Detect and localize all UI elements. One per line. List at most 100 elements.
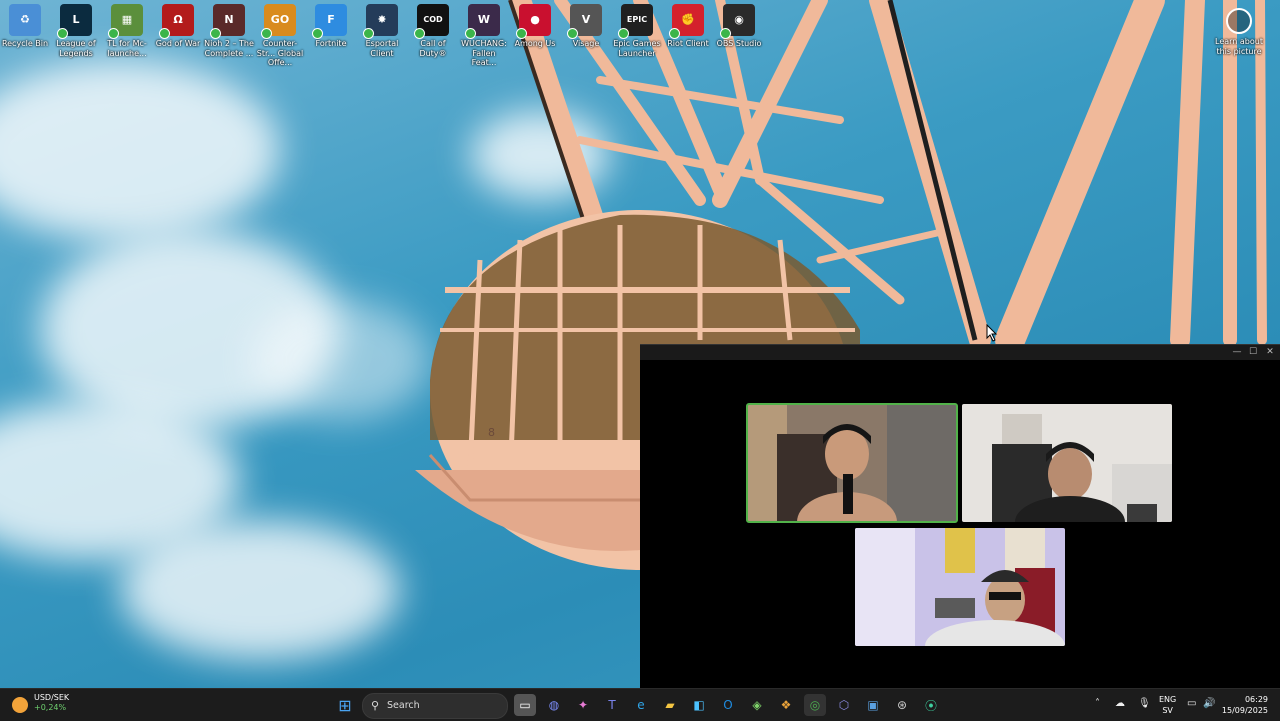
sync-check-icon	[414, 28, 425, 39]
fortnite-icon: F	[312, 4, 347, 39]
desktop-icon-label: Visage	[572, 39, 600, 48]
desktop-icon-league-of-legends[interactable]: L League of Legends	[51, 4, 101, 58]
shield-icon[interactable]: ◈	[746, 694, 768, 716]
learn-about-picture[interactable]: Learn about this picture	[1212, 8, 1266, 56]
desktop-icon-fortnite[interactable]: F Fortnite	[306, 4, 356, 49]
microsoft-store-icon[interactable]: ◧	[688, 694, 710, 716]
sync-check-icon	[516, 28, 527, 39]
call-of-duty-icon: COD	[414, 4, 449, 39]
chevron-up-icon[interactable]: ˄	[1095, 698, 1100, 709]
video-call-titlebar[interactable]: — ☐ ✕	[640, 345, 1280, 360]
desktop-icon-recycle-bin[interactable]: ♻ Recycle Bin	[0, 4, 50, 49]
nioh-2-icon: N	[210, 4, 245, 39]
task-view-icon[interactable]: ▭	[514, 694, 536, 716]
video-call-window[interactable]: — ☐ ✕	[640, 344, 1280, 689]
desktop-icon-riot-client[interactable]: ✊ Riot Client	[663, 4, 713, 49]
desktop-icon-esportal[interactable]: ✸ Esportal Client	[357, 4, 407, 58]
desktop-icon-label: Counter-Str... Global Offe...	[256, 39, 304, 67]
sync-check-icon	[312, 28, 323, 39]
game-launcher-icon[interactable]: ❖	[775, 694, 797, 716]
clock[interactable]: 06:29 15/09/2025	[1222, 694, 1268, 716]
app-icon[interactable]: ⬡	[833, 694, 855, 716]
participant-video	[962, 404, 1172, 522]
learn-about-picture-label: Learn about this picture	[1215, 37, 1263, 56]
file-explorer-icon[interactable]: ▰	[659, 694, 681, 716]
desktop-icon-among-us[interactable]: ● Among Us	[510, 4, 560, 49]
desktop-icon-label: WUCHANG: Fallen Feat...	[461, 39, 507, 67]
close-button[interactable]: ✕	[1263, 346, 1277, 359]
desktop-icon-label: TL for Mc-launche...	[107, 39, 147, 58]
recycle-bin-icon: ♻	[9, 4, 41, 36]
svg-text:8: 8	[488, 426, 495, 439]
currency-widget[interactable]: USD/SEK +0,24%	[12, 693, 69, 713]
sync-check-icon	[465, 28, 476, 39]
participant-video	[747, 404, 957, 522]
sync-check-icon	[567, 28, 578, 39]
camera-info-icon	[1226, 8, 1252, 34]
minimize-button[interactable]: —	[1230, 346, 1244, 359]
desktop-icon-minecraft[interactable]: ▦ TL for Mc-launche...	[102, 4, 152, 58]
participant-tile[interactable]	[962, 404, 1172, 522]
sync-check-icon	[720, 28, 731, 39]
edge-icon[interactable]: e	[630, 694, 652, 716]
desktop-icon-label: Nioh 2 – The Complete ...	[204, 39, 254, 58]
desktop-icon-obs-studio[interactable]: ◉ OBS Studio	[714, 4, 764, 49]
desktop-icon-label: Recycle Bin	[1, 39, 49, 48]
sync-check-icon	[57, 28, 68, 39]
photos-icon[interactable]: ▣	[862, 694, 884, 716]
search-placeholder: Search	[387, 700, 420, 711]
onedrive-icon[interactable]: ☁	[1115, 698, 1125, 709]
widget-title: USD/SEK	[34, 693, 70, 702]
language-code: ENG	[1159, 695, 1177, 704]
participant-tile[interactable]	[855, 528, 1065, 646]
chart-icon	[12, 697, 28, 713]
sync-check-icon	[669, 28, 680, 39]
sync-check-icon	[108, 28, 119, 39]
sync-check-icon	[210, 28, 221, 39]
desktop-icon-call-of-duty[interactable]: COD Call of Duty®	[408, 4, 458, 58]
outlook-icon[interactable]: O	[717, 694, 739, 716]
microphone-icon[interactable]: 🎙	[1138, 698, 1151, 709]
desktop-icon-label: Riot Client	[667, 39, 709, 48]
discord-icon[interactable]: ◍	[543, 694, 565, 716]
language-indicator[interactable]: ENG SV	[1159, 694, 1176, 716]
desktop-icon-csgo[interactable]: GO Counter-Str... Global Offe...	[255, 4, 305, 68]
sync-check-icon	[618, 28, 629, 39]
chrome-icon[interactable]: ◎	[804, 694, 826, 716]
participant-tile-active[interactable]	[746, 403, 958, 523]
maximize-button[interactable]: ☐	[1246, 346, 1260, 359]
desktop-icon-wuchang[interactable]: W WUCHANG: Fallen Feat...	[459, 4, 509, 68]
taskbar: USD/SEK +0,24% ⊞ ⚲ Search ▭ ◍ ✦ T e ▰ ◧ …	[0, 688, 1280, 721]
god-of-war-icon: Ω	[159, 4, 194, 39]
minecraft-icon: ▦	[108, 4, 143, 39]
desktop-icon-nioh-2[interactable]: N Nioh 2 – The Complete ...	[204, 4, 254, 58]
sync-check-icon	[261, 28, 272, 39]
esportal-icon: ✸	[363, 4, 398, 39]
desktop-icon-label: OBS Studio	[716, 39, 762, 48]
desktop-icon-label: Esportal Client	[365, 39, 399, 58]
clock-time: 06:29	[1244, 695, 1268, 704]
taskbar-search[interactable]: ⚲ Search	[362, 693, 508, 719]
search-icon: ⚲	[371, 699, 380, 712]
volume-icon[interactable]: 🔊	[1203, 698, 1215, 709]
chatgpt-icon[interactable]: ⦿	[920, 694, 942, 716]
copilot-icon[interactable]: ✦	[572, 694, 594, 716]
riot-client-taskbar-icon[interactable]: ⊛	[891, 694, 913, 716]
sync-check-icon	[159, 28, 170, 39]
csgo-icon: GO	[261, 4, 296, 39]
league-of-legends-icon: L	[57, 4, 92, 39]
desktop-icon-label: God of War	[155, 39, 201, 48]
network-icon[interactable]: ▭	[1187, 698, 1196, 709]
epic-games-icon: EPIC	[618, 4, 653, 39]
desktop-icon-label: Among Us	[514, 39, 556, 48]
desktop-icon-god-of-war[interactable]: Ω God of War	[153, 4, 203, 49]
riot-client-icon: ✊	[669, 4, 704, 39]
start-button[interactable]: ⊞	[334, 694, 356, 716]
mouse-cursor-icon	[986, 324, 998, 342]
desktop-icon-epic-games[interactable]: EPIC Epic Games Launcher	[612, 4, 662, 58]
teams-icon[interactable]: T	[601, 694, 623, 716]
wuchang-icon: W	[465, 4, 500, 39]
desktop-icon-visage[interactable]: V Visage	[561, 4, 611, 49]
sync-check-icon	[363, 28, 374, 39]
keyboard-layout: SV	[1162, 706, 1173, 715]
